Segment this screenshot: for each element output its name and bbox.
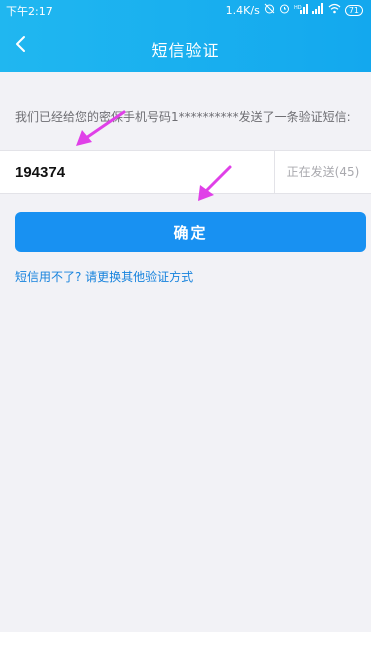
nav-bar: 短信验证 — [0, 30, 371, 66]
screen: 下午2:17 1.4K/s HD 71 短信验证 我们已经给您的密保手机号码1*… — [0, 0, 371, 632]
network-speed: 1.4K/s — [225, 4, 260, 17]
status-time: 下午2:17 — [6, 5, 53, 18]
verification-code-row: 正在发送(45) — [0, 150, 371, 194]
sms-sent-message: 我们已经给您的密保手机号码1**********发送了一条验证短信: — [15, 110, 351, 124]
alternate-verification-link[interactable]: 短信用不了? 请更换其他验证方式 — [15, 268, 193, 285]
wifi-icon — [328, 3, 341, 18]
battery-icon: 71 — [344, 5, 363, 16]
annotation-arrow-icon — [76, 110, 126, 146]
hd-signal-icon: HD — [294, 3, 308, 18]
header: 下午2:17 1.4K/s HD 71 短信验证 — [0, 0, 371, 72]
signal-icon — [311, 3, 324, 18]
annotation-arrow-icon — [198, 165, 232, 201]
status-bar: 下午2:17 1.4K/s HD 71 — [0, 0, 371, 20]
status-icons: 1.4K/s HD 71 — [226, 3, 363, 18]
svg-text:HD: HD — [294, 5, 302, 11]
confirm-button[interactable]: 确定 — [15, 212, 366, 252]
alarm-icon — [279, 3, 290, 18]
resend-code-button[interactable]: 正在发送(45) — [275, 151, 371, 193]
alarm-off-icon — [264, 3, 275, 18]
page-title: 短信验证 — [151, 41, 220, 60]
